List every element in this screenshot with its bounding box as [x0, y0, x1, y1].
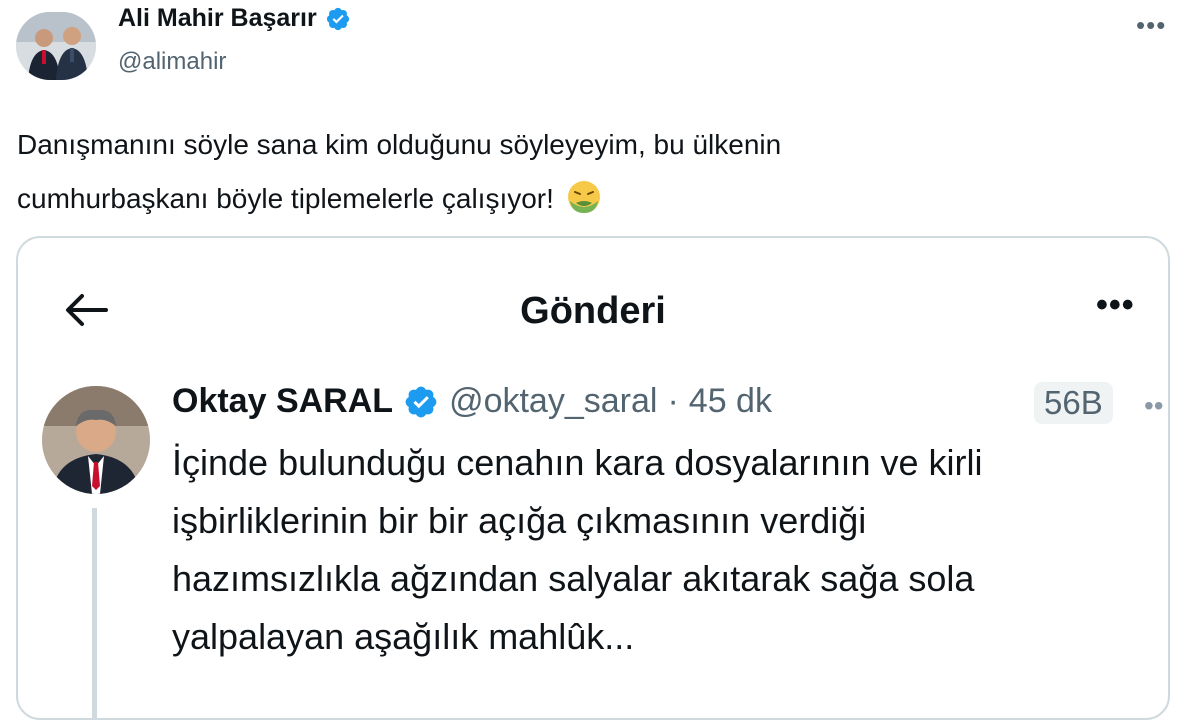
more-options-icon[interactable]: •••: [1096, 286, 1135, 325]
nauseated-face-emoji-icon: [567, 181, 600, 213]
quoted-post-text: İçinde bulunduğu cenahın kara dosyaların…: [172, 434, 1152, 666]
separator-dot: ·: [667, 382, 679, 420]
author-name[interactable]: Ali Mahir Başarır: [118, 4, 317, 33]
verified-badge-icon: [326, 7, 349, 30]
view-count-badge: 56B: [1034, 382, 1113, 424]
author-avatar[interactable]: [16, 12, 96, 80]
quoted-author-avatar[interactable]: [42, 386, 150, 494]
quoted-author-handle[interactable]: @oktay_saral: [449, 382, 657, 421]
tweet-text-line: Danışmanını söyle sana kim olduğunu söyl…: [17, 129, 782, 160]
embedded-post-screenshot[interactable]: Gönderi ••• Oktay SARAL @oktay_saral · 4…: [16, 236, 1170, 720]
tweet-text-line-2: cumhurbaşkanı böyle tiplemelerle çalışıy…: [17, 172, 1157, 226]
quoted-author-name[interactable]: Oktay SARAL: [172, 382, 393, 421]
verified-badge-icon: [405, 386, 437, 417]
page-title: Gönderi: [520, 290, 666, 332]
quoted-post-header: Oktay SARAL @oktay_saral · 45 dk: [172, 382, 772, 421]
author-name-row: Ali Mahir Başarır: [118, 4, 351, 33]
post-timestamp[interactable]: 45 dk: [689, 382, 772, 421]
quoted-text-line: hazımsızlıkla ağzından salyalar akıtarak…: [172, 558, 975, 599]
tweet-text: Danışmanını söyle sana kim olduğunu söyl…: [17, 118, 1157, 226]
quoted-text-line: yalpalayan aşağılık mahlûk...: [172, 616, 635, 657]
quoted-text-line: İçinde bulunduğu cenahın kara dosyaların…: [172, 442, 983, 483]
author-handle[interactable]: @alimahir: [118, 48, 226, 76]
thread-connector-line: [92, 508, 97, 718]
tweet-text-line: cumhurbaşkanı böyle tiplemelerle çalışıy…: [17, 183, 554, 214]
more-options-icon[interactable]: •••: [1136, 10, 1166, 41]
quoted-text-line: işbirliklerinin bir bir açığa çıkmasının…: [172, 500, 867, 541]
more-options-icon[interactable]: ••: [1144, 390, 1164, 422]
